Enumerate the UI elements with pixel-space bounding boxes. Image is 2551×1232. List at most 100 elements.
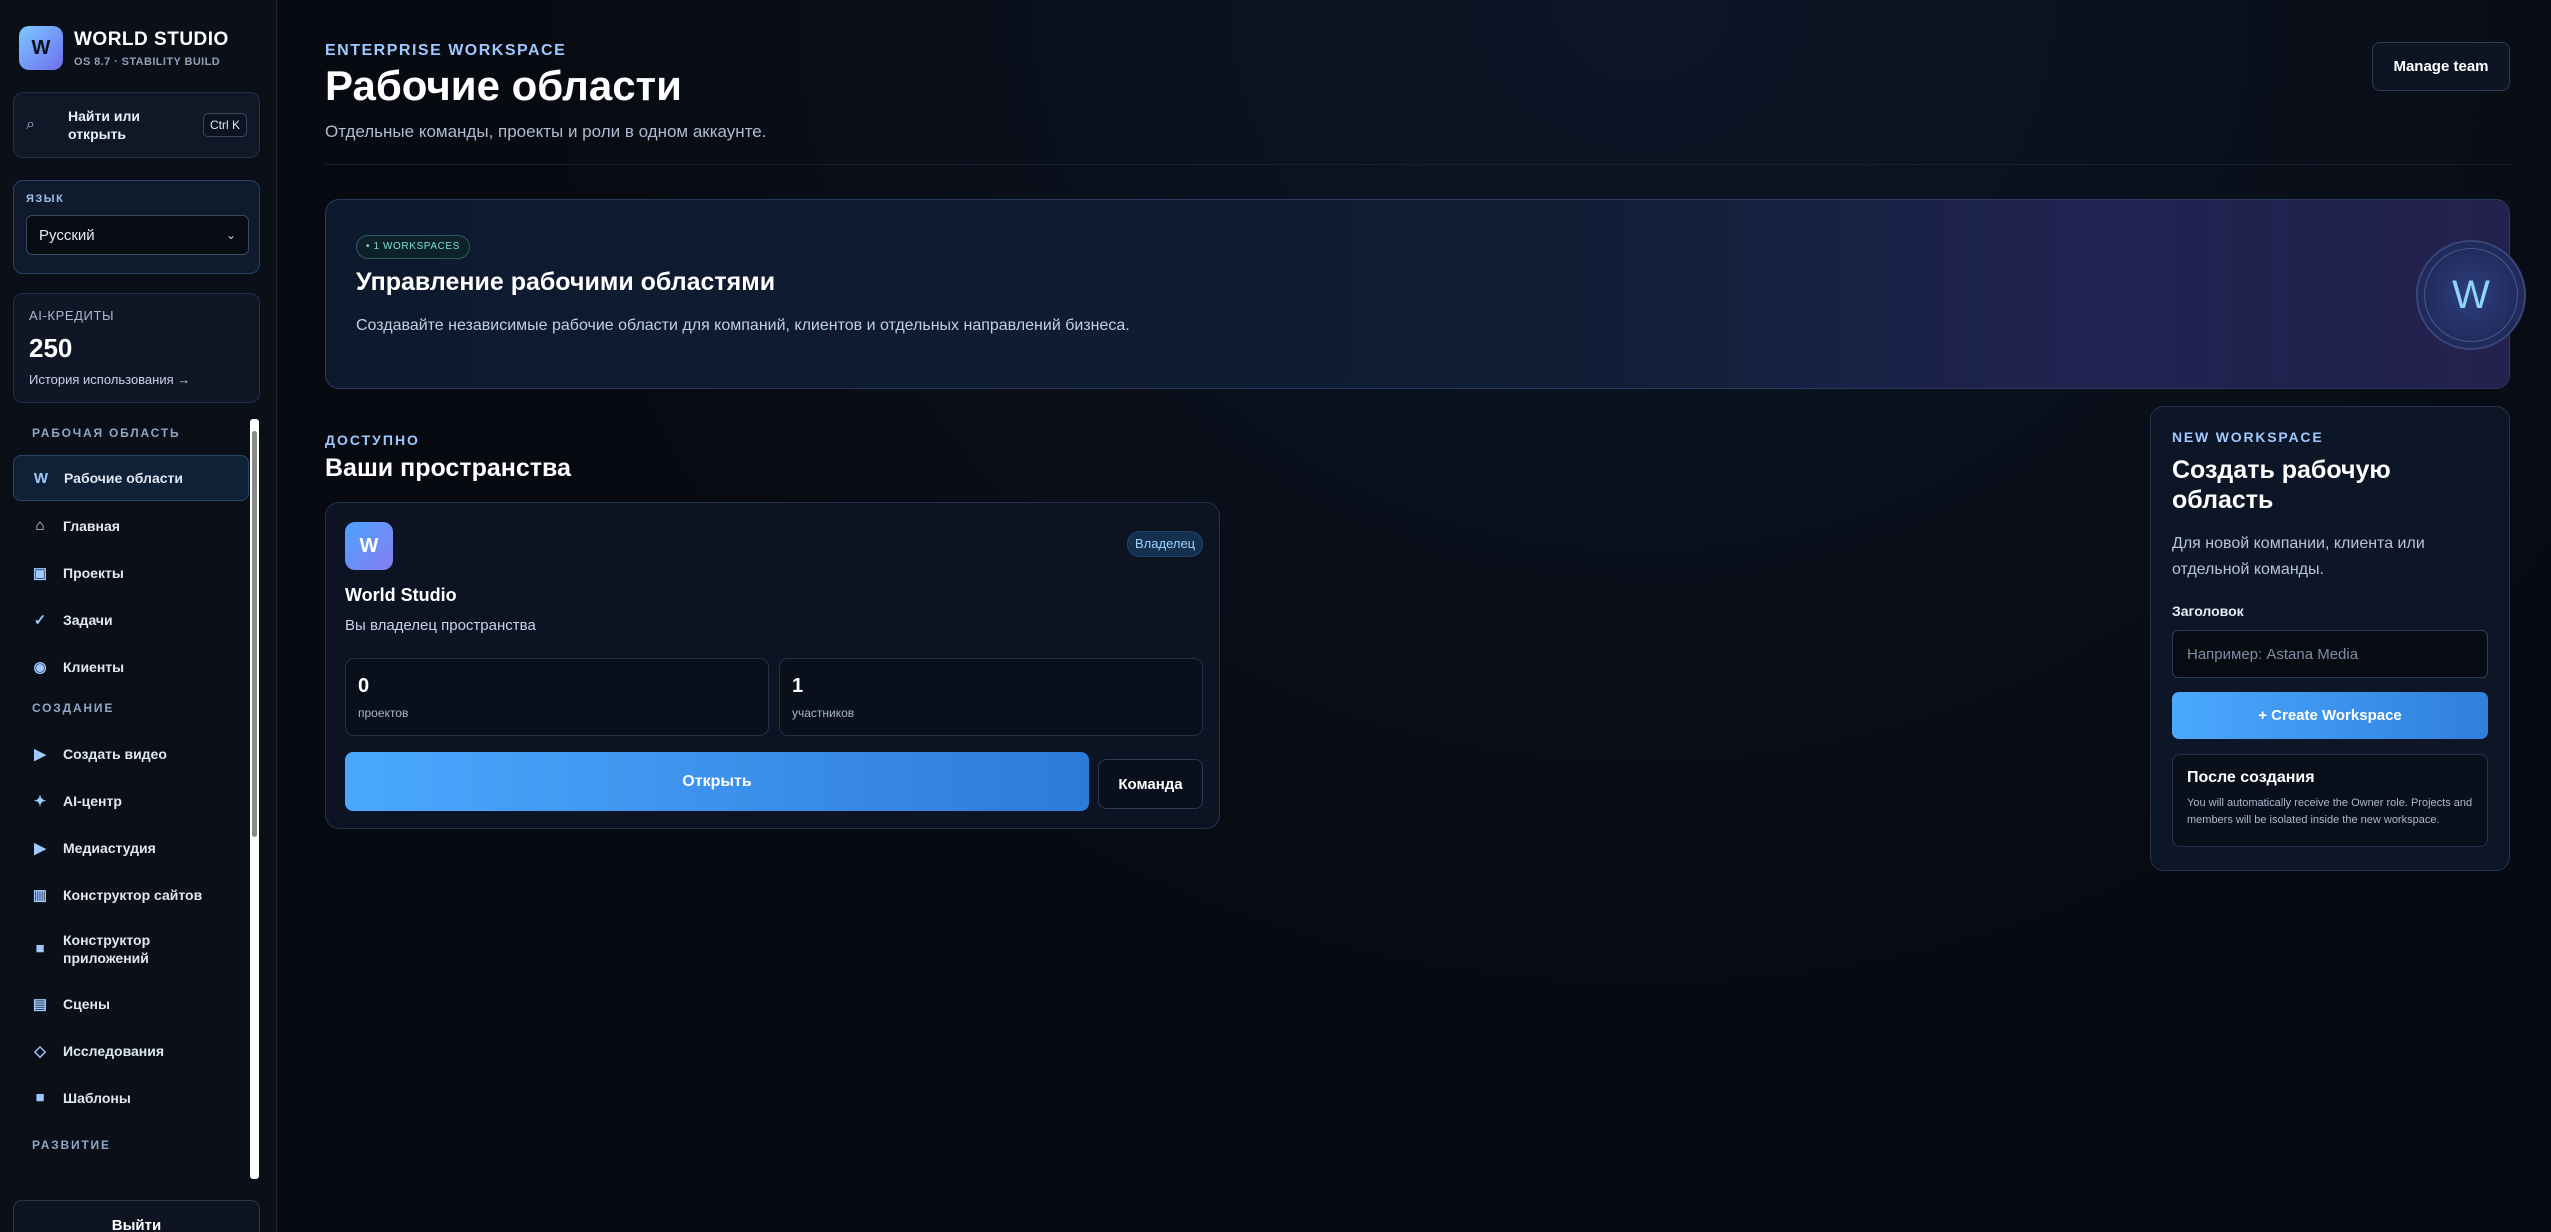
language-selected-value: Русский <box>39 226 95 244</box>
sidebar-item-label: Рабочие области <box>64 470 183 486</box>
stat-value: 1 <box>792 675 804 697</box>
sparkle-icon: ✦ <box>33 792 47 810</box>
create-title: Создать рабочую область <box>2172 456 2391 514</box>
credits-label: AI-КРЕДИТЫ <box>29 308 115 323</box>
language-select[interactable]: Русский ⌄ <box>26 215 249 255</box>
hero-banner: • 1 WORKSPACES Управление рабочими облас… <box>325 199 2526 389</box>
sidebar-scrollbar-thumb[interactable] <box>252 431 257 837</box>
sidebar-item-label: Конструктор сайтов <box>63 886 203 903</box>
stat-value: 0 <box>358 675 370 697</box>
hero-avatar: W <box>2416 240 2526 350</box>
app-icon: ■ <box>35 940 45 957</box>
main-content: ENTERPRISE WORKSPACE Рабочие области Отд… <box>278 0 2551 1232</box>
search-icon: ⌕ <box>26 116 35 133</box>
nav-section-growth: РАЗВИТИЕ <box>32 1138 111 1152</box>
logout-button[interactable]: Выйти <box>13 1200 260 1232</box>
sidebar-item-label: Проекты <box>63 564 124 581</box>
sidebar-item-ai-center[interactable]: ✦ AI-центр <box>13 777 249 824</box>
sidebar-item-home[interactable]: ⌂ Главная <box>13 502 249 549</box>
sidebar-item-tasks[interactable]: ✓ Задачи <box>13 596 249 643</box>
hero-avatar-letter: W <box>2424 248 2518 342</box>
play-icon: ▶ <box>34 745 46 763</box>
sidebar-item-scenes[interactable]: ▤ Сцены <box>13 980 249 1027</box>
workspace-logo: W <box>345 522 393 570</box>
page-subtitle: Отдельные команды, проекты и роли в одно… <box>325 122 767 141</box>
layout-icon: ▥ <box>32 886 48 904</box>
page-eyebrow: ENTERPRISE WORKSPACE <box>325 42 567 59</box>
page-title: Рабочие области <box>325 62 682 109</box>
sidebar-item-site-builder[interactable]: ▥ Конструктор сайтов <box>13 871 249 918</box>
info-text: You will automatically receive the Owner… <box>2187 797 2473 826</box>
sidebar-nav: РАБОЧАЯ ОБЛАСТЬ W Рабочие области ⌂ Глав… <box>13 415 249 1180</box>
sidebar: W WORLD STUDIO OS 8.7 · STABILITY BUILD … <box>0 0 277 1232</box>
language-label: ЯЗЫК <box>26 193 65 205</box>
sidebar-item-workspaces[interactable]: W Рабочие области <box>13 455 249 501</box>
sidebar-item-label: Главная <box>63 517 120 534</box>
sidebar-item-label: Задачи <box>63 611 113 628</box>
sidebar-item-clients[interactable]: ◉ Клиенты <box>13 643 249 690</box>
nav-section-workspace: РАБОЧАЯ ОБЛАСТЬ <box>32 426 181 440</box>
stat-label: участников <box>792 706 855 720</box>
sidebar-item-label: Создать видео <box>63 745 167 762</box>
chevron-down-icon: ⌄ <box>225 228 236 242</box>
sidebar-item-app-builder[interactable]: ■ Конструктор приложений <box>13 918 249 980</box>
search-button[interactable]: ⌕ Найти или открыть Ctrl K <box>13 92 260 158</box>
workspace-title-label: Заголовок <box>2172 603 2244 619</box>
sidebar-item-label: Шаблоны <box>63 1089 131 1106</box>
open-workspace-button[interactable]: Открыть <box>345 752 1089 811</box>
nav-section-create: СОЗДАНИЕ <box>32 701 115 715</box>
sidebar-item-label: Сцены <box>63 995 110 1012</box>
sidebar-item-label: Исследования <box>63 1042 165 1059</box>
workspaces-icon: W <box>33 469 49 487</box>
workspace-description: Вы владелец пространства <box>345 617 536 634</box>
sidebar-item-templates[interactable]: ■ Шаблоны <box>13 1074 249 1121</box>
stat-projects: 0 проектов <box>345 658 769 736</box>
brand[interactable]: W WORLD STUDIO OS 8.7 · STABILITY BUILD <box>19 26 229 70</box>
hero-title: Управление рабочими областями <box>356 268 776 296</box>
clients-icon: ◉ <box>33 658 47 676</box>
play-icon: ▶ <box>34 839 46 857</box>
workspace-count-badge: • 1 WORKSPACES <box>356 235 470 259</box>
brand-logo: W <box>19 26 63 70</box>
hero-subtitle: Создавайте независимые рабочие области д… <box>356 317 1130 334</box>
stat-members: 1 участников <box>779 658 1203 736</box>
header-divider <box>325 164 2510 165</box>
after-creation-info: После создания You will automatically re… <box>2172 754 2488 847</box>
workspace-title-input[interactable] <box>2172 630 2488 678</box>
stat-label: проектов <box>358 706 409 720</box>
sidebar-item-label: Медиастудия <box>63 839 156 856</box>
sidebar-item-projects[interactable]: ▣ Проекты <box>13 549 249 596</box>
available-eyebrow: ДОСТУПНО <box>325 432 420 448</box>
sidebar-scrollbar[interactable] <box>250 419 259 1179</box>
projects-icon: ▣ <box>32 564 48 582</box>
search-label: Найти или открыть <box>68 108 140 142</box>
brand-subtitle: OS 8.7 · STABILITY BUILD <box>74 55 221 68</box>
create-workspace-button[interactable]: + Create Workspace <box>2172 692 2488 739</box>
role-badge: Владелец <box>1127 531 1204 557</box>
diamond-icon: ◇ <box>34 1042 46 1060</box>
create-workspace-panel: NEW WORKSPACE Создать рабочую область Дл… <box>2150 406 2510 871</box>
credits-panel: AI-КРЕДИТЫ 250 История использования → <box>13 293 260 403</box>
scenes-icon: ▤ <box>32 995 48 1013</box>
info-title: После создания <box>2187 769 2315 786</box>
language-panel: ЯЗЫК Русский ⌄ <box>13 180 260 274</box>
create-description: Для новой компании, клиента или отдельно… <box>2172 535 2425 578</box>
team-button[interactable]: Команда <box>1098 759 1203 809</box>
sidebar-item-research[interactable]: ◇ Исследования <box>13 1027 249 1074</box>
home-icon: ⌂ <box>35 517 45 534</box>
sidebar-item-media-studio[interactable]: ▶ Медиастудия <box>13 824 249 871</box>
credits-value: 250 <box>29 333 73 363</box>
search-shortcut-badge: Ctrl K <box>203 113 247 137</box>
manage-team-button[interactable]: Manage team <box>2372 42 2510 91</box>
spaces-title: Ваши пространства <box>325 454 571 482</box>
create-eyebrow: NEW WORKSPACE <box>2172 429 2324 445</box>
sidebar-item-create-video[interactable]: ▶ Создать видео <box>13 730 249 777</box>
workspace-name: World Studio <box>345 585 457 605</box>
templates-icon: ■ <box>35 1089 45 1106</box>
brand-title: WORLD STUDIO <box>74 28 229 50</box>
sidebar-item-label: AI-центр <box>63 792 122 809</box>
sidebar-item-label: Конструктор приложений <box>63 932 151 966</box>
usage-history-link[interactable]: История использования → <box>29 372 244 387</box>
workspace-card: W Владелец World Studio Вы владелец прос… <box>325 502 1220 829</box>
brand-text: WORLD STUDIO OS 8.7 · STABILITY BUILD <box>74 29 229 68</box>
